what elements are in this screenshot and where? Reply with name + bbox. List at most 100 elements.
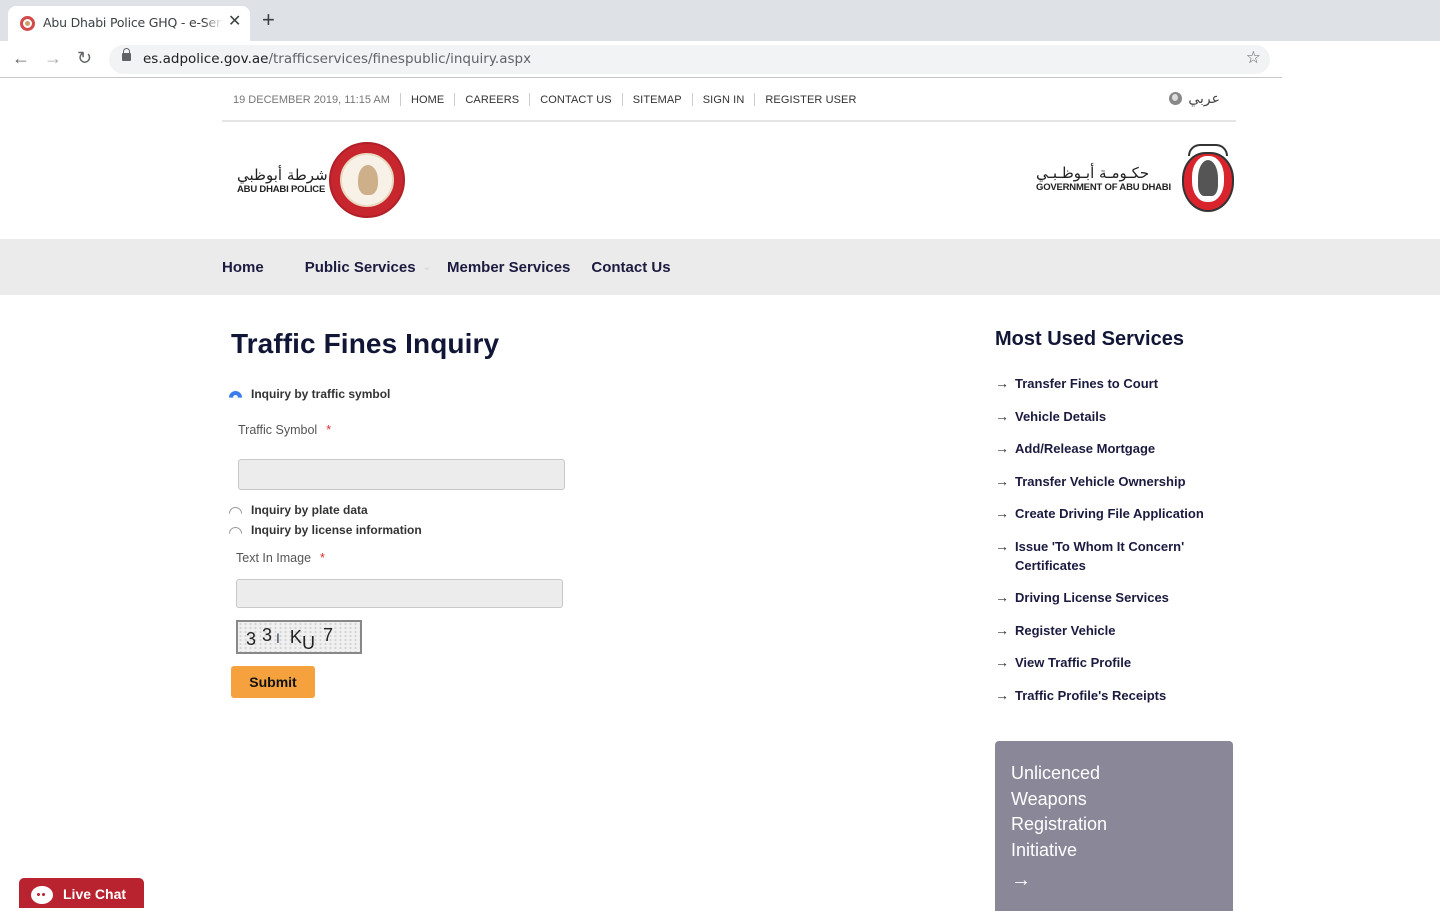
divider bbox=[754, 93, 756, 106]
tab-strip: Abu Dhabi Police GHQ - e-Services ✕ + bbox=[0, 0, 1440, 41]
government-of-abu-dhabi-logo[interactable]: حكـومـة أبـوظـبـي GOVERNMENT OF ABU DHAB… bbox=[1036, 142, 1236, 220]
forward-arrow-icon[interactable]: → bbox=[44, 47, 62, 69]
live-chat-button[interactable]: Live Chat bbox=[19, 878, 144, 908]
government-crest-icon bbox=[1180, 142, 1236, 218]
browser-chrome: Abu Dhabi Police GHQ - e-Services ✕ + ← … bbox=[0, 0, 1440, 78]
service-link-view-traffic-profile[interactable]: → View Traffic Profile bbox=[995, 653, 1225, 672]
police-seal-icon bbox=[329, 142, 405, 218]
main-navigation: Home Public Services ⌄ Member Services Co… bbox=[0, 239, 1440, 295]
current-date: 19 DECEMBER 2019, 11:15 AM bbox=[233, 93, 390, 106]
radio-inquiry-traffic-symbol[interactable]: Inquiry by traffic symbol bbox=[229, 387, 390, 401]
page-title: Traffic Fines Inquiry bbox=[231, 328, 500, 359]
radio-inquiry-plate-data[interactable]: Inquiry by plate data bbox=[229, 503, 368, 517]
nav-member-services[interactable]: Member Services bbox=[447, 259, 570, 276]
browser-toolbar: ← → ↻ es.adpolice.gov.ae/trafficservices… bbox=[0, 41, 1282, 78]
government-name-english: GOVERNMENT OF ABU DHABI bbox=[1036, 182, 1171, 193]
radio-unchecked-icon[interactable] bbox=[229, 526, 242, 534]
radio-checked-icon[interactable] bbox=[229, 390, 242, 398]
close-tab-icon[interactable]: ✕ bbox=[228, 12, 241, 32]
utility-link-register-user[interactable]: REGISTER USER bbox=[765, 94, 856, 106]
falcon-icon bbox=[358, 165, 378, 195]
web-page: 19 DECEMBER 2019, 11:15 AM HOME CAREERS … bbox=[0, 78, 1440, 911]
service-link-create-driving-file[interactable]: → Create Driving File Application bbox=[995, 504, 1225, 523]
language-label: عربي bbox=[1188, 90, 1220, 106]
utility-link-careers[interactable]: CAREERS bbox=[465, 94, 519, 106]
arrow-right-icon: → bbox=[995, 589, 1009, 605]
radio-label: Inquiry by traffic symbol bbox=[251, 387, 391, 401]
reload-icon[interactable]: ↻ bbox=[77, 47, 92, 69]
divider bbox=[621, 93, 623, 106]
divider bbox=[399, 93, 401, 106]
arrow-right-icon: → bbox=[995, 375, 1009, 391]
government-logo-text: حكـومـة أبـوظـبـي GOVERNMENT OF ABU DHAB… bbox=[1036, 164, 1171, 193]
utility-link-sign-in[interactable]: SIGN IN bbox=[703, 94, 745, 106]
abu-dhabi-police-logo[interactable]: شرطة أبوظبي ABU DHABI POLICE bbox=[237, 142, 407, 220]
government-name-arabic: حكـومـة أبـوظـبـي bbox=[1036, 164, 1150, 182]
chevron-down-icon: ⌄ bbox=[422, 261, 431, 273]
service-link-add-release-mortgage[interactable]: → Add/Release Mortgage bbox=[995, 439, 1225, 458]
inquiry-form: Traffic Fines Inquiry Inquiry by traffic… bbox=[229, 328, 931, 698]
police-logo-text: شرطة أبوظبي ABU DHABI POLICE bbox=[237, 166, 328, 195]
chat-bubble-icon bbox=[31, 886, 53, 904]
nav-contact-us[interactable]: Contact Us bbox=[591, 259, 670, 276]
captcha-image: 3 3 I KU 7 bbox=[236, 620, 362, 654]
url-path: /trafficservices/finespublic/inquiry.asp… bbox=[268, 51, 532, 67]
falcon-icon bbox=[1198, 160, 1218, 196]
arrow-right-icon: → bbox=[995, 537, 1009, 554]
utility-link-sitemap[interactable]: SITEMAP bbox=[633, 94, 682, 106]
arrow-right-icon: → bbox=[1011, 869, 1031, 891]
language-switcher[interactable]: عربي bbox=[1169, 90, 1220, 107]
service-link-to-whom-it-concern[interactable]: → Issue 'To Whom It Concern' Certificates bbox=[995, 537, 1225, 575]
back-arrow-icon[interactable]: ← bbox=[12, 47, 30, 69]
utility-bar: 19 DECEMBER 2019, 11:15 AM HOME CAREERS … bbox=[222, 78, 1236, 122]
radio-inquiry-license-information[interactable]: Inquiry by license information bbox=[229, 523, 422, 537]
arrow-right-icon: → bbox=[995, 472, 1009, 489]
promo-text: Unlicenced Weapons Registration Initiati… bbox=[1011, 763, 1108, 860]
arrow-right-icon: → bbox=[995, 440, 1009, 456]
nav-public-services[interactable]: Public Services ⌄ bbox=[305, 259, 431, 276]
traffic-symbol-label: Traffic Symbol * bbox=[238, 423, 332, 437]
police-favicon-icon bbox=[20, 16, 35, 31]
police-name-arabic: شرطة أبوظبي bbox=[237, 166, 328, 184]
arrow-right-icon: → bbox=[995, 654, 1009, 670]
required-asterisk: * bbox=[320, 551, 325, 565]
utility-link-home[interactable]: HOME bbox=[411, 94, 444, 106]
radio-unchecked-icon[interactable] bbox=[229, 506, 242, 514]
new-tab-button[interactable]: + bbox=[262, 9, 275, 31]
arrow-right-icon: → bbox=[995, 621, 1009, 638]
arrow-right-icon: → bbox=[995, 407, 1009, 424]
service-link-register-vehicle[interactable]: → Register Vehicle bbox=[995, 621, 1225, 640]
bookmark-star-icon[interactable]: ☆ bbox=[1246, 48, 1261, 68]
address-bar[interactable]: es.adpolice.gov.ae/trafficservices/fines… bbox=[109, 45, 1270, 74]
utility-link-contact-us[interactable]: CONTACT US bbox=[540, 94, 612, 106]
browser-tab[interactable]: Abu Dhabi Police GHQ - e-Services ✕ bbox=[8, 6, 250, 41]
service-link-driving-license-services[interactable]: → Driving License Services bbox=[995, 588, 1225, 607]
divider bbox=[691, 93, 693, 106]
captcha-input[interactable] bbox=[236, 579, 563, 608]
service-link-transfer-fines-to-court[interactable]: → Transfer Fines to Court bbox=[995, 374, 1225, 393]
radio-label: Inquiry by license information bbox=[251, 523, 422, 537]
service-link-transfer-vehicle-ownership[interactable]: → Transfer Vehicle Ownership bbox=[995, 472, 1225, 491]
police-name-english: ABU DHABI POLICE bbox=[237, 184, 326, 195]
url-text[interactable]: es.adpolice.gov.ae/trafficservices/fines… bbox=[143, 51, 531, 67]
tab-title: Abu Dhabi Police GHQ - e-Services bbox=[43, 15, 223, 30]
lock-icon[interactable] bbox=[122, 48, 131, 61]
nav-public-services-label: Public Services bbox=[304, 258, 416, 276]
required-asterisk: * bbox=[326, 423, 332, 437]
traffic-symbol-input[interactable] bbox=[238, 459, 565, 490]
nav-home[interactable]: Home bbox=[222, 259, 264, 276]
url-host: es.adpolice.gov.ae bbox=[143, 51, 269, 67]
globe-icon bbox=[1169, 92, 1183, 105]
utility-links: 19 DECEMBER 2019, 11:15 AM HOME CAREERS … bbox=[233, 93, 857, 106]
captcha-label: Text In Image * bbox=[236, 551, 325, 565]
service-link-vehicle-details[interactable]: → Vehicle Details bbox=[995, 407, 1225, 426]
divider bbox=[529, 93, 531, 106]
most-used-services: Most Used Services → Transfer Fines to Co… bbox=[995, 328, 1235, 703]
divider bbox=[454, 93, 456, 106]
service-link-traffic-profile-receipts[interactable]: → Traffic Profile's Receipts bbox=[995, 686, 1225, 705]
arrow-right-icon: → bbox=[995, 686, 1009, 703]
promo-card-weapons-registration[interactable]: Unlicenced Weapons Registration Initiati… bbox=[995, 741, 1233, 911]
submit-button[interactable]: Submit bbox=[231, 666, 315, 698]
sidebar-title: Most Used Services bbox=[995, 328, 1184, 350]
header-logos: شرطة أبوظبي ABU DHABI POLICE حكـومـة أبـ… bbox=[222, 122, 1236, 239]
